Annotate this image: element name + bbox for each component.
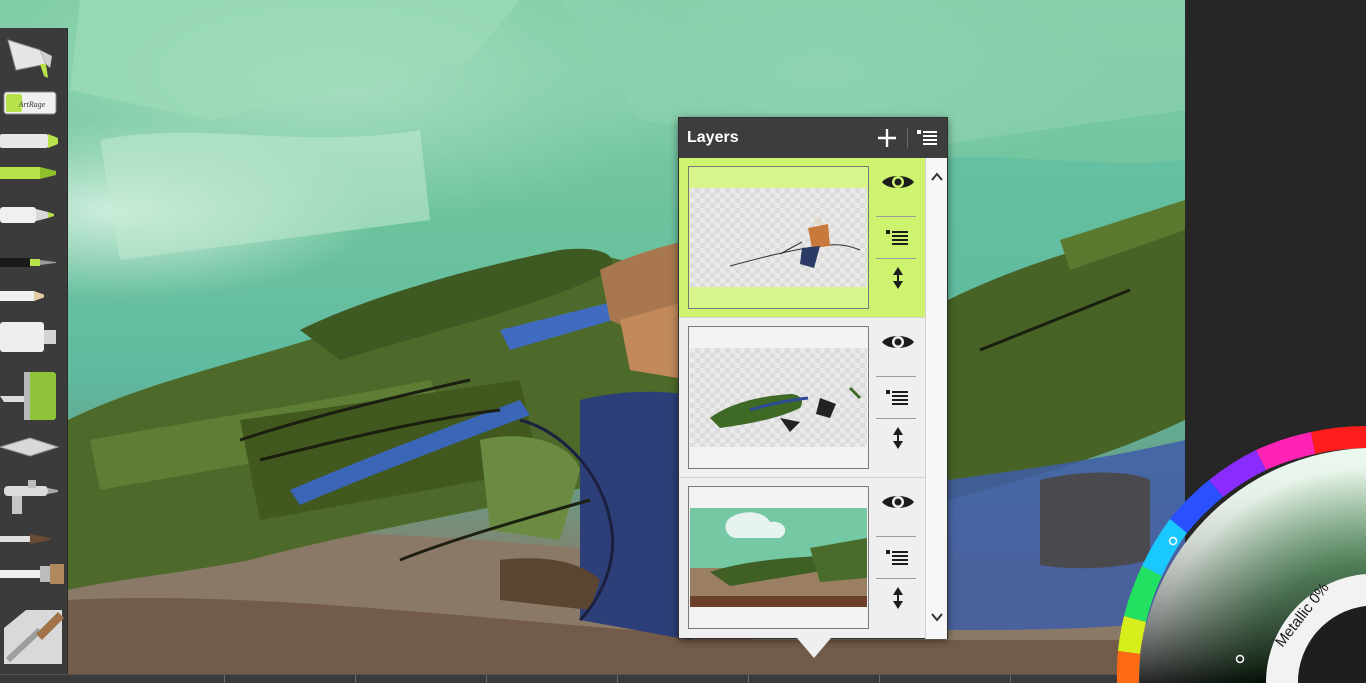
paint-tube-tool[interactable] [0, 32, 66, 82]
tool-picker: ArtRage [0, 28, 68, 674]
layer-list [679, 158, 925, 639]
layers-panel: Layers [678, 117, 948, 639]
painting-canvas[interactable] [0, 0, 1185, 677]
control-divider [876, 216, 916, 217]
add-layer-button[interactable] [875, 126, 899, 150]
layer-visibility-toggle[interactable] [876, 482, 916, 522]
layer-visibility-toggle[interactable] [876, 162, 916, 202]
glitter-tube-tool[interactable] [0, 318, 66, 358]
plus-icon [878, 129, 896, 147]
paint-tube-icon [7, 39, 52, 78]
marker-tool[interactable] [0, 200, 66, 230]
chevron-down-icon [931, 613, 943, 622]
layers-menu-button[interactable] [915, 126, 939, 150]
oil-brush-tool[interactable] [0, 604, 66, 672]
palette-knife-tool[interactable] [0, 432, 66, 462]
layer-options-icon [886, 550, 908, 565]
sticker-tool[interactable]: ArtRage [0, 88, 66, 120]
bottom-bar-divider [1010, 675, 1011, 683]
layers-panel-pointer [797, 638, 831, 658]
layer-options-icon [886, 390, 908, 405]
control-divider [876, 536, 916, 537]
reorder-arrows-icon [893, 427, 903, 449]
control-divider [876, 376, 916, 377]
sticker-logo-text: ArtRage [18, 100, 46, 109]
layer-thumbnail-background [690, 508, 867, 607]
eye-icon [882, 176, 914, 188]
bottom-bar-divider [879, 675, 880, 683]
bottom-bar-divider [748, 675, 749, 683]
glitter-tube-icon [0, 322, 56, 352]
pencil-icon [0, 291, 48, 301]
reorder-arrows-icon [893, 267, 903, 289]
eye-icon [882, 336, 914, 348]
layer-thumbnail-vehicle [710, 386, 862, 432]
layer-reorder-handle[interactable] [876, 418, 916, 458]
eye-icon [882, 496, 914, 508]
chalk-icon [0, 134, 58, 148]
marker-icon [0, 207, 54, 223]
layer-thumbnail [688, 326, 869, 469]
bottom-bar-divider [486, 675, 487, 683]
layer-options-icon [886, 230, 908, 245]
bottom-bar-divider [224, 675, 225, 683]
airbrush-icon [4, 480, 58, 514]
layer-menu-icon [917, 130, 937, 145]
layer-options-button[interactable] [876, 538, 916, 578]
painting-artwork [68, 0, 1185, 677]
watercolor-brush-tool[interactable] [0, 528, 66, 550]
watercolor-brush-icon [0, 534, 50, 544]
airbrush-tool[interactable] [0, 478, 66, 518]
scroll-down-button[interactable] [928, 608, 946, 626]
chevron-up-icon [931, 172, 943, 181]
layer-thumbnail [688, 166, 869, 309]
bottom-bar-divider [355, 675, 356, 683]
felt-pen-tool[interactable] [0, 160, 66, 186]
reorder-arrows-icon [893, 587, 903, 609]
layer-thumbnail [688, 486, 869, 629]
layer-thumbnail-figure [729, 217, 861, 268]
pencil-tool[interactable] [0, 284, 66, 308]
layer-row-2[interactable] [679, 318, 925, 478]
layer-row-1[interactable] [679, 158, 925, 318]
layer-list-scrollbar[interactable] [925, 158, 947, 639]
paint-roller-icon [0, 372, 56, 420]
ink-pen-tool[interactable] [0, 250, 66, 274]
header-divider [907, 128, 908, 148]
layer-visibility-toggle[interactable] [876, 322, 916, 362]
flat-brush-icon [0, 564, 64, 584]
layers-panel-title: Layers [687, 129, 739, 146]
layer-row-3[interactable] [679, 478, 925, 638]
layer-reorder-handle[interactable] [876, 258, 916, 298]
bottom-bar-divider [617, 675, 618, 683]
paint-roller-tool[interactable] [0, 368, 66, 424]
layer-options-button[interactable] [876, 378, 916, 418]
flat-brush-tool[interactable] [0, 558, 66, 590]
layer-options-button[interactable] [876, 218, 916, 258]
sticker-icon: ArtRage [3, 91, 57, 115]
chalk-tool[interactable] [0, 128, 66, 154]
color-wheel [1116, 426, 1366, 683]
felt-pen-icon [0, 167, 56, 179]
palette-knife-icon [0, 437, 60, 457]
layers-panel-header: Layers [679, 118, 947, 158]
layer-reorder-handle[interactable] [876, 578, 916, 618]
oil-brush-icon [4, 610, 64, 664]
ink-pen-icon [0, 258, 56, 267]
scroll-up-button[interactable] [928, 168, 946, 186]
color-picker[interactable] [1116, 426, 1366, 683]
